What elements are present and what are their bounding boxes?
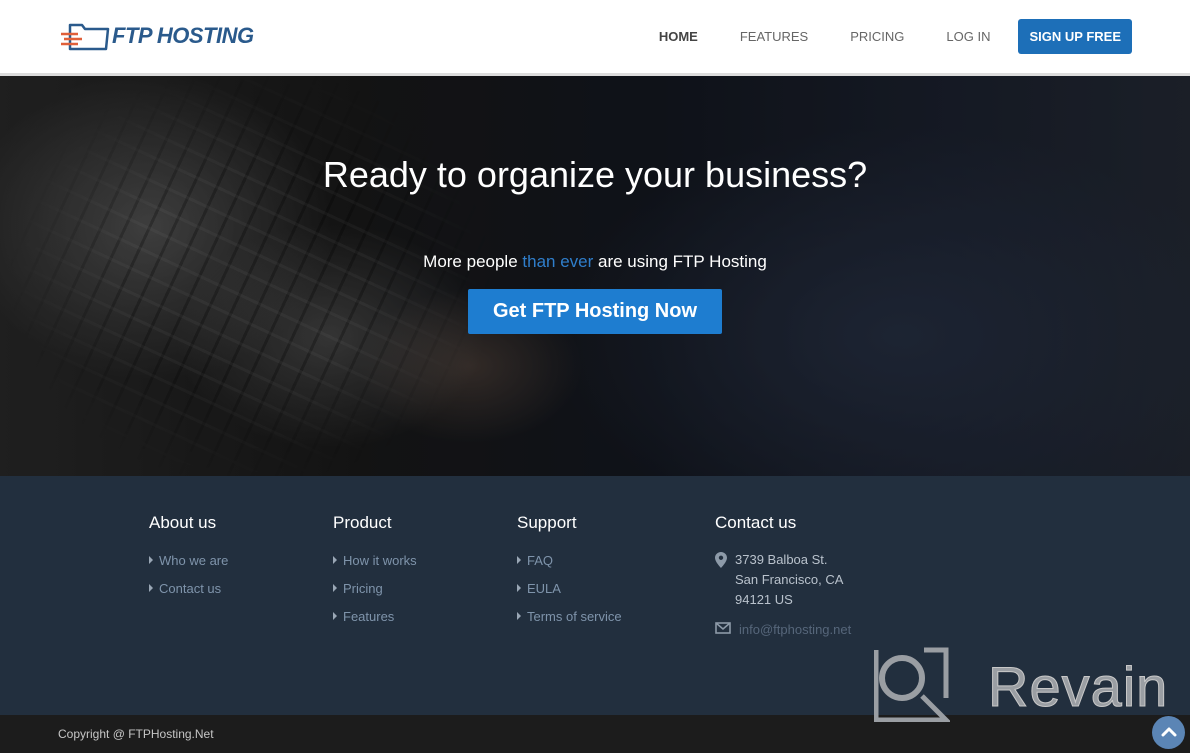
revain-watermark: Revain: [873, 646, 1169, 727]
chevron-up-icon: [1161, 724, 1177, 742]
contact-email: info@ftphosting.net: [715, 622, 851, 637]
address-line-3: 94121 US: [735, 592, 793, 607]
footer-col-about: About us Who we are Contact us: [149, 513, 228, 609]
footer-heading-product: Product: [333, 513, 392, 532]
sign-up-free-button[interactable]: SIGN UP FREE: [1018, 19, 1132, 54]
address-line-2: San Francisco, CA: [735, 572, 844, 587]
footer-link-terms-of-service[interactable]: Terms of service: [527, 609, 622, 624]
caret-right-icon: [333, 612, 337, 620]
nav-pricing[interactable]: PRICING: [850, 29, 904, 44]
site-header: FTP HOSTING HOME FEATURES PRICING LOG IN…: [0, 0, 1190, 76]
hero-section: Ready to organize your business? More pe…: [0, 76, 1190, 476]
footer-link-contact-us[interactable]: Contact us: [159, 581, 221, 596]
contact-address: 3739 Balboa St. San Francisco, CA 94121 …: [715, 550, 851, 610]
email-link[interactable]: info@ftphosting.net: [739, 622, 851, 637]
hero-subtitle-highlight: than ever: [522, 252, 594, 271]
footer-link-item: Contact us: [149, 581, 228, 609]
copyright-text: Copyright @ FTPHosting.Net: [58, 727, 214, 741]
footer-col-support: Support FAQ EULA Terms of service: [517, 513, 622, 637]
caret-right-icon: [149, 584, 153, 592]
footer-link-item: Pricing: [333, 581, 417, 609]
nav-log-in[interactable]: LOG IN: [946, 29, 990, 44]
main-nav: HOME FEATURES PRICING LOG IN SIGN UP FRE…: [659, 0, 1190, 73]
footer-col-contact: Contact us 3739 Balboa St. San Francisco…: [715, 513, 851, 637]
footer-heading-contact: Contact us: [715, 513, 797, 532]
footer-link-item: EULA: [517, 581, 622, 609]
caret-right-icon: [517, 556, 521, 564]
footer-link-eula[interactable]: EULA: [527, 581, 561, 596]
footer-link-who-we-are[interactable]: Who we are: [159, 553, 228, 568]
caret-right-icon: [517, 612, 521, 620]
footer-link-item: FAQ: [517, 553, 622, 581]
hero-subtitle: More people than ever are using FTP Host…: [423, 252, 767, 271]
footer-link-item: Terms of service: [517, 609, 622, 637]
map-marker-icon: [715, 550, 735, 610]
get-ftp-hosting-button[interactable]: Get FTP Hosting Now: [468, 289, 722, 334]
folder-logo-icon: [58, 21, 110, 51]
logo[interactable]: FTP HOSTING: [58, 20, 254, 52]
footer-col-product: Product How it works Pricing Features: [333, 513, 417, 637]
nav-features[interactable]: FEATURES: [740, 29, 808, 44]
footer-link-item: Who we are: [149, 553, 228, 581]
revain-text: Revain: [987, 655, 1169, 719]
nav-home[interactable]: HOME: [659, 29, 698, 44]
address-line-1: 3739 Balboa St.: [735, 552, 828, 567]
revain-logo-icon: [873, 646, 953, 727]
envelope-icon: [715, 622, 731, 637]
footer-link-features[interactable]: Features: [343, 609, 394, 624]
caret-right-icon: [517, 584, 521, 592]
footer-link-how-it-works[interactable]: How it works: [343, 553, 417, 568]
logo-text: FTP HOSTING: [112, 23, 254, 48]
caret-right-icon: [333, 584, 337, 592]
footer-link-item: How it works: [333, 553, 417, 581]
hero-title: Ready to organize your business?: [322, 154, 868, 195]
caret-right-icon: [149, 556, 153, 564]
footer-heading-support: Support: [517, 513, 577, 532]
caret-right-icon: [333, 556, 337, 564]
footer-heading-about: About us: [149, 513, 217, 532]
footer-link-item: Features: [333, 609, 417, 637]
footer-link-pricing[interactable]: Pricing: [343, 581, 383, 596]
footer-link-faq[interactable]: FAQ: [527, 553, 553, 568]
scroll-to-top-button[interactable]: [1152, 716, 1185, 749]
